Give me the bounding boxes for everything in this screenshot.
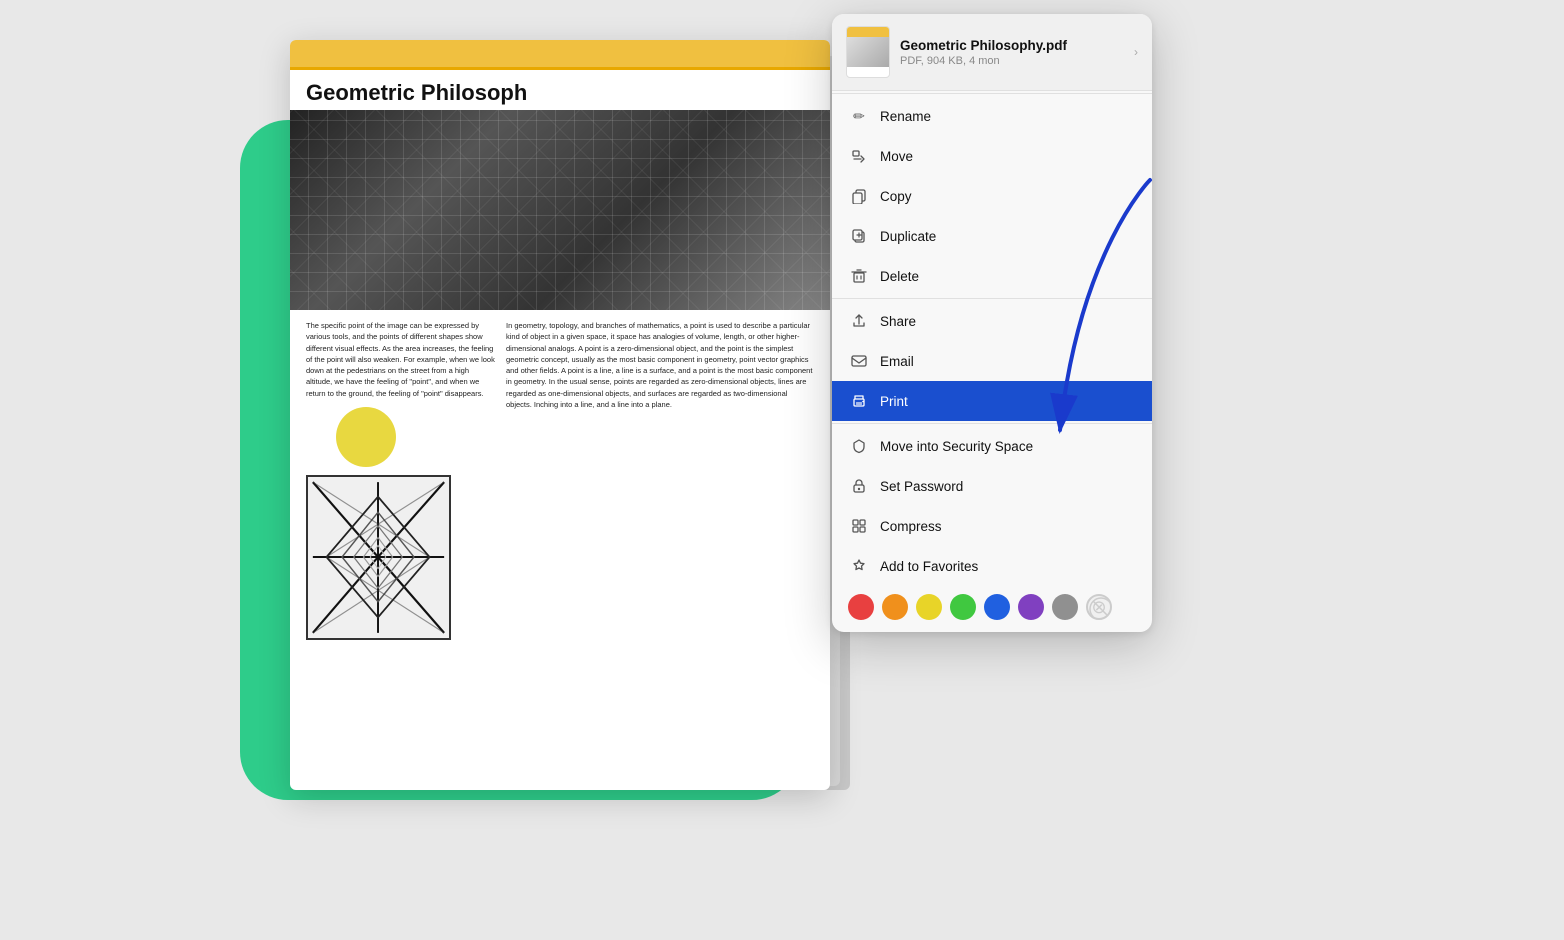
menu-divider-1 bbox=[832, 93, 1152, 94]
print-icon bbox=[848, 390, 870, 412]
copy-icon bbox=[848, 185, 870, 207]
security-space-icon bbox=[848, 435, 870, 457]
file-thumbnail bbox=[846, 26, 890, 78]
color-red[interactable] bbox=[848, 594, 874, 620]
color-orange[interactable] bbox=[882, 594, 908, 620]
favorites-label: Add to Favorites bbox=[880, 559, 978, 574]
menu-item-duplicate[interactable]: Duplicate bbox=[832, 216, 1152, 256]
menu-item-security-space[interactable]: Move into Security Space bbox=[832, 426, 1152, 466]
color-swatches bbox=[832, 586, 1152, 632]
security-space-label: Move into Security Space bbox=[880, 439, 1033, 454]
menu-divider-2 bbox=[832, 298, 1152, 299]
doc-geo-image bbox=[306, 475, 451, 640]
menu-item-copy[interactable]: Copy bbox=[832, 176, 1152, 216]
doc-header-bar bbox=[290, 40, 830, 70]
doc-col-right: In geometry, topology, and branches of m… bbox=[506, 320, 814, 640]
file-meta: PDF, 904 KB, 4 mon bbox=[900, 55, 1128, 67]
color-purple[interactable] bbox=[1018, 594, 1044, 620]
file-name: Geometric Philosophy.pdf bbox=[900, 38, 1128, 53]
doc-circle-decoration bbox=[336, 407, 396, 467]
doc-body: The specific point of the image can be e… bbox=[290, 310, 830, 650]
context-menu: Geometric Philosophy.pdf PDF, 904 KB, 4 … bbox=[832, 14, 1152, 632]
compress-icon bbox=[848, 515, 870, 537]
move-icon bbox=[848, 145, 870, 167]
doc-right-text: In geometry, topology, and branches of m… bbox=[506, 320, 814, 410]
menu-item-rename[interactable]: ✏ Rename bbox=[832, 96, 1152, 136]
doc-col-left: The specific point of the image can be e… bbox=[306, 320, 496, 640]
copy-label: Copy bbox=[880, 189, 912, 204]
menu-item-share[interactable]: Share bbox=[832, 301, 1152, 341]
menu-item-print[interactable]: Print bbox=[832, 381, 1152, 421]
color-yellow[interactable] bbox=[916, 594, 942, 620]
email-icon bbox=[848, 350, 870, 372]
doc-title: Geometric Philosoph bbox=[290, 70, 830, 110]
delete-label: Delete bbox=[880, 269, 919, 284]
duplicate-icon bbox=[848, 225, 870, 247]
menu-item-email[interactable]: Email bbox=[832, 341, 1152, 381]
chevron-right-icon: › bbox=[1134, 45, 1138, 59]
menu-item-delete[interactable]: Delete bbox=[832, 256, 1152, 296]
color-green[interactable] bbox=[950, 594, 976, 620]
menu-item-set-password[interactable]: Set Password bbox=[832, 466, 1152, 506]
doc-geo-art bbox=[308, 477, 449, 638]
document-page: Geometric Philosoph The specific point o… bbox=[290, 40, 830, 790]
color-gray[interactable] bbox=[1052, 594, 1078, 620]
duplicate-label: Duplicate bbox=[880, 229, 936, 244]
move-label: Move bbox=[880, 149, 913, 164]
menu-item-add-favorites[interactable]: Add to Favorites bbox=[832, 546, 1152, 586]
menu-file-header[interactable]: Geometric Philosophy.pdf PDF, 904 KB, 4 … bbox=[832, 14, 1152, 91]
menu-item-compress[interactable]: Compress bbox=[832, 506, 1152, 546]
thumb-bar bbox=[847, 27, 889, 37]
set-password-label: Set Password bbox=[880, 479, 963, 494]
rename-icon: ✏ bbox=[848, 105, 870, 127]
delete-icon bbox=[848, 265, 870, 287]
password-icon bbox=[848, 475, 870, 497]
doc-left-text: The specific point of the image can be e… bbox=[306, 320, 496, 399]
email-label: Email bbox=[880, 354, 914, 369]
file-info: Geometric Philosophy.pdf PDF, 904 KB, 4 … bbox=[900, 38, 1128, 67]
color-none[interactable] bbox=[1086, 594, 1112, 620]
menu-item-move[interactable]: Move bbox=[832, 136, 1152, 176]
print-label: Print bbox=[880, 394, 908, 409]
doc-hero-image bbox=[290, 110, 830, 310]
compress-label: Compress bbox=[880, 519, 942, 534]
favorites-icon bbox=[848, 555, 870, 577]
rename-label: Rename bbox=[880, 109, 931, 124]
document-stack: Geometric Philosoph The specific point o… bbox=[290, 40, 870, 830]
color-blue[interactable] bbox=[984, 594, 1010, 620]
menu-divider-3 bbox=[832, 423, 1152, 424]
share-icon bbox=[848, 310, 870, 332]
thumb-inner bbox=[847, 37, 889, 67]
share-label: Share bbox=[880, 314, 916, 329]
